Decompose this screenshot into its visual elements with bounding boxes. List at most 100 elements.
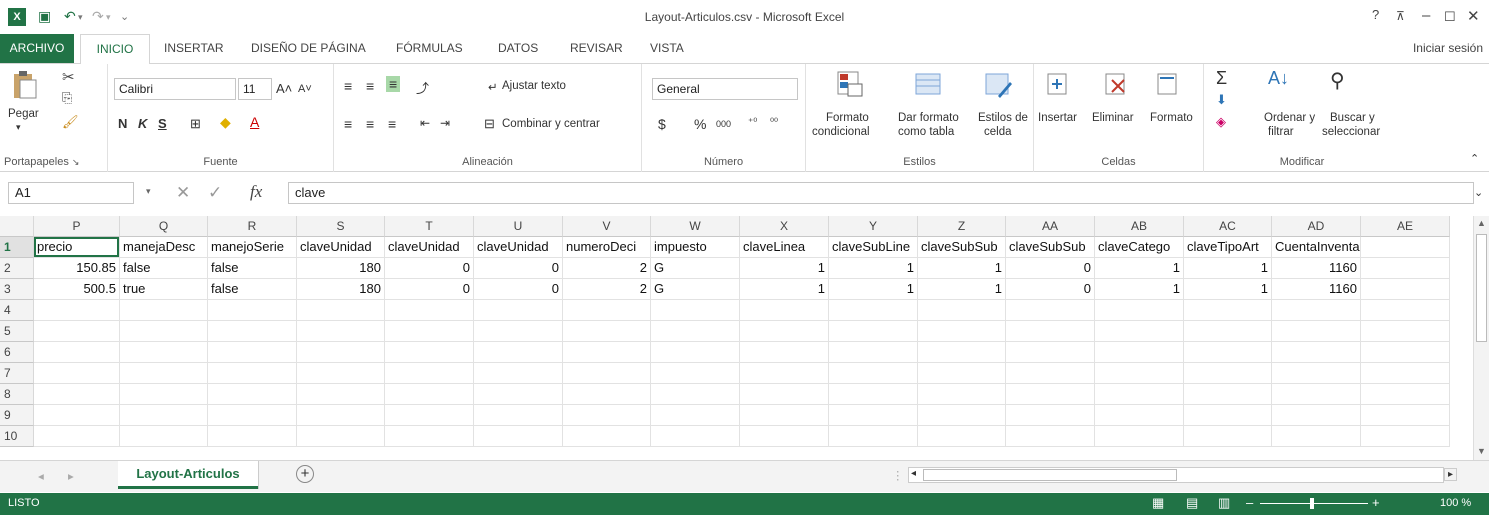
cell[interactable] (918, 405, 1006, 426)
help-icon[interactable]: ? (1372, 7, 1379, 22)
insert-cells-icon[interactable] (1046, 72, 1070, 98)
cell[interactable] (208, 363, 297, 384)
cell[interactable]: 2 (563, 258, 651, 279)
split-handle-icon[interactable]: ⋮ (892, 468, 904, 482)
cell[interactable] (1184, 405, 1272, 426)
cell[interactable]: claveSubLine (829, 237, 918, 258)
row-header[interactable]: 1 (0, 237, 34, 258)
cell[interactable]: false (120, 258, 208, 279)
cell[interactable]: claveUnidad (474, 237, 563, 258)
cell[interactable]: 1 (829, 279, 918, 300)
cell[interactable] (1272, 363, 1361, 384)
cell[interactable] (297, 321, 385, 342)
cell[interactable] (1095, 363, 1184, 384)
column-header[interactable]: AB (1095, 216, 1184, 237)
cell[interactable] (1272, 426, 1361, 447)
cell[interactable] (1272, 321, 1361, 342)
cell[interactable] (829, 384, 918, 405)
minimize-icon[interactable]: – (1422, 7, 1430, 24)
font-color-icon[interactable]: A (250, 114, 259, 130)
row-header[interactable]: 10 (0, 426, 34, 447)
cell[interactable] (385, 300, 474, 321)
cell[interactable] (1184, 363, 1272, 384)
cell[interactable] (563, 342, 651, 363)
cell[interactable] (918, 321, 1006, 342)
column-header[interactable]: S (297, 216, 385, 237)
cell[interactable]: 1 (1184, 258, 1272, 279)
page-break-icon[interactable]: ▥ (1218, 495, 1230, 511)
cell[interactable] (829, 363, 918, 384)
zoom-level[interactable]: 100 % (1440, 497, 1471, 509)
cell[interactable]: 1 (1095, 258, 1184, 279)
cell[interactable] (1361, 258, 1450, 279)
cell[interactable] (297, 426, 385, 447)
find-select-icon[interactable]: ⚲ (1330, 68, 1345, 93)
format-cells-button[interactable]: Formato (1150, 112, 1193, 124)
align-middle-icon[interactable]: ≡ (366, 78, 374, 94)
row-header[interactable]: 3 (0, 279, 34, 300)
select-all-corner[interactable] (0, 216, 34, 237)
row-header[interactable]: 8 (0, 384, 34, 405)
close-icon[interactable]: ✕ (1467, 7, 1480, 25)
cell[interactable]: 1 (829, 258, 918, 279)
column-header[interactable]: U (474, 216, 563, 237)
cell[interactable] (297, 405, 385, 426)
vertical-scrollbar[interactable]: ▲ ▼ (1473, 216, 1489, 460)
thousands-button[interactable]: 000 (716, 119, 731, 129)
cell[interactable] (1361, 300, 1450, 321)
tab-insertar[interactable]: INSERTAR (164, 41, 224, 55)
cell[interactable]: claveSubSub (918, 237, 1006, 258)
zoom-slider[interactable] (1260, 503, 1368, 504)
column-header[interactable]: T (385, 216, 474, 237)
cell[interactable] (34, 321, 120, 342)
percent-button[interactable]: % (694, 116, 706, 132)
cell[interactable] (1184, 342, 1272, 363)
align-left-icon[interactable]: ≡ (344, 116, 352, 132)
cell[interactable]: 1 (918, 279, 1006, 300)
align-right-icon[interactable]: ≡ (388, 116, 396, 132)
font-size-select[interactable]: 11 (238, 78, 272, 100)
cell[interactable] (1184, 426, 1272, 447)
cell[interactable]: 0 (474, 279, 563, 300)
cell[interactable] (120, 300, 208, 321)
sign-in-link[interactable]: Iniciar sesión (1413, 41, 1483, 55)
align-center-icon[interactable]: ≡ (366, 116, 374, 132)
cell[interactable] (120, 405, 208, 426)
cell[interactable] (1361, 384, 1450, 405)
column-header[interactable]: V (563, 216, 651, 237)
cell[interactable] (297, 384, 385, 405)
fill-icon[interactable]: ⬇ (1216, 92, 1227, 108)
zoom-out-icon[interactable]: – (1246, 495, 1253, 510)
grow-font-icon[interactable]: A˄ (276, 81, 292, 96)
vertical-scrollbar-thumb[interactable] (1476, 234, 1487, 342)
cell[interactable] (34, 363, 120, 384)
sort-filter-icon[interactable]: A↓ (1268, 68, 1289, 89)
cell[interactable] (918, 342, 1006, 363)
cell[interactable] (918, 300, 1006, 321)
tab-inicio[interactable]: INICIO (80, 34, 150, 65)
tab-archivo[interactable]: ARCHIVO (0, 34, 74, 63)
cell[interactable] (563, 426, 651, 447)
name-box-dropdown-icon[interactable]: ▾ (146, 186, 151, 197)
orientation-icon[interactable]: ⤴ (416, 78, 429, 97)
cell[interactable] (297, 342, 385, 363)
cut-icon[interactable]: ✂ (62, 68, 75, 86)
wrap-text-button[interactable]: Ajustar texto (502, 80, 566, 92)
ribbon-display-icon[interactable]: ⊼ (1396, 9, 1405, 23)
column-header[interactable]: X (740, 216, 829, 237)
row-header[interactable]: 2 (0, 258, 34, 279)
cell[interactable]: manejaDesc (120, 237, 208, 258)
cell[interactable] (651, 363, 740, 384)
cell-styles-icon[interactable] (984, 70, 1014, 100)
formula-input[interactable]: clave (288, 182, 1474, 204)
cell[interactable] (1095, 405, 1184, 426)
cell[interactable] (208, 321, 297, 342)
paste-icon[interactable] (12, 70, 38, 100)
column-header[interactable]: Z (918, 216, 1006, 237)
delete-cells-button[interactable]: Eliminar (1092, 112, 1134, 124)
cell[interactable] (1361, 426, 1450, 447)
cell[interactable] (918, 363, 1006, 384)
cell[interactable]: 2 (563, 279, 651, 300)
conditional-format-button[interactable]: Formato (826, 112, 869, 124)
cell[interactable]: 1160 (1272, 258, 1361, 279)
